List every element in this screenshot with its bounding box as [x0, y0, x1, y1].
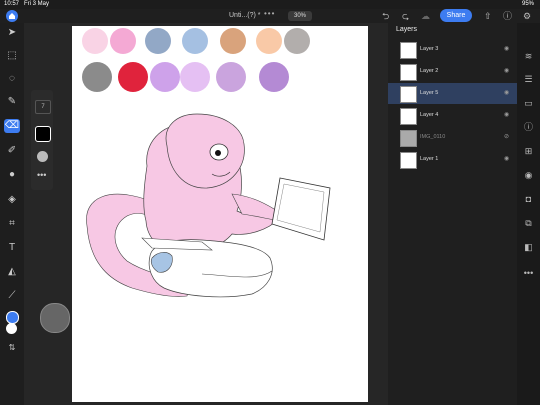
drawing-canvas[interactable]: [72, 26, 368, 402]
layer-thumbnail: [400, 108, 417, 125]
more-options-icon[interactable]: •••: [522, 267, 535, 280]
home-button[interactable]: [6, 10, 18, 22]
swap-colors-icon[interactable]: ⇅: [4, 341, 20, 355]
layer-name: Layer 5: [420, 90, 439, 96]
text-tool-icon[interactable]: T: [4, 241, 20, 255]
modifier-touch-button[interactable]: [40, 303, 70, 333]
help-icon[interactable]: ⓘ: [503, 11, 512, 21]
eyedropper-tool-icon[interactable]: ⟋: [4, 289, 20, 303]
shape-tool-icon[interactable]: ◭: [4, 265, 20, 279]
document-title[interactable]: Unti...(?) *: [229, 12, 261, 19]
layers-panel: Layers Layer 3 ◉ Layer 2 ◉ Layer 5 ◉ Layer 4 ◉ I…: [388, 23, 517, 405]
fill-layer-icon[interactable]: ◧: [522, 241, 535, 254]
left-toolbar: ➤ ⬚ ◌ ✎ ⌫ ✐ ● ◈ ⌗ T ◭ ⟋ ⇅: [0, 23, 24, 405]
right-toolbar: ≋ ☰ ▭ ⓘ ⊞ ◉ ◘ ⧉ ◧ •••: [517, 23, 540, 405]
redo-icon[interactable]: ⮎: [402, 11, 409, 21]
mask-icon[interactable]: ◘: [522, 193, 535, 206]
cloud-icon: ☁: [421, 11, 430, 21]
settings-gear-icon[interactable]: ⚙: [523, 11, 531, 21]
layer-thumbnail: [400, 152, 417, 169]
layer-visibility-eye-icon[interactable]: ◉: [504, 111, 509, 118]
clipping-icon[interactable]: ⧉: [522, 217, 535, 230]
layer-row[interactable]: Layer 4 ◉: [388, 105, 517, 126]
crop-tool-icon[interactable]: ⌗: [4, 217, 20, 231]
brush-more-icon[interactable]: •••: [37, 170, 46, 180]
transform-tool-icon[interactable]: ⬚: [4, 49, 20, 63]
home-icon: [9, 13, 15, 19]
info-icon[interactable]: ⓘ: [522, 121, 535, 134]
eraser-tool-icon[interactable]: ⌫: [4, 119, 20, 133]
status-date: Fri 3 May: [24, 1, 50, 7]
brush-color-swatch[interactable]: [35, 126, 51, 142]
move-tool-icon[interactable]: ➤: [4, 26, 20, 40]
layer-name: Layer 4: [420, 112, 439, 118]
layer-visibility-eye-icon[interactable]: ◉: [504, 155, 509, 162]
blur-tool-icon[interactable]: ●: [4, 168, 20, 182]
status-battery: 95%: [521, 1, 534, 7]
layer-row[interactable]: Layer 3 ◉: [388, 39, 517, 60]
secondary-color-swatch[interactable]: [6, 323, 17, 334]
status-time: 10:57: [4, 1, 20, 7]
lasso-tool-icon[interactable]: ◌: [4, 72, 20, 86]
layer-name: Layer 3: [420, 46, 439, 52]
adjustments-icon[interactable]: ☰: [522, 73, 535, 86]
layers-title: Layers: [396, 26, 418, 33]
layer-row[interactable]: Layer 2 ◉: [388, 61, 517, 82]
top-toolbar: ••• Unti...(?) * 30% ⮌ ⮎ ☁ Share ⇧ ⓘ ⚙: [0, 9, 540, 23]
layers-icon[interactable]: ≋: [522, 50, 535, 63]
layer-row[interactable]: Layer 1 ◉: [388, 149, 517, 170]
document-menu-dots[interactable]: •••: [264, 9, 275, 18]
brush-tool-icon[interactable]: ✎: [4, 95, 20, 109]
layer-visibility-eye-icon[interactable]: ◉: [504, 67, 509, 74]
share-button[interactable]: Share: [440, 9, 472, 22]
brush-size-value[interactable]: 7: [35, 100, 51, 114]
layer-thumbnail: [400, 42, 417, 59]
undo-icon[interactable]: ⮌: [382, 11, 389, 21]
export-icon[interactable]: ⇧: [484, 11, 492, 21]
layer-name: Layer 1: [420, 156, 439, 162]
layer-name: Layer 2: [420, 68, 439, 74]
brush-opacity-dot[interactable]: [37, 151, 48, 162]
layer-visibility-eye-icon[interactable]: ◉: [504, 89, 509, 96]
comments-icon[interactable]: ▭: [522, 97, 535, 110]
visibility-icon[interactable]: ◉: [522, 169, 535, 182]
character-illustration: [86, 113, 331, 298]
layer-thumbnail: [400, 64, 417, 81]
status-bar: 10:57 Fri 3 May 95%: [0, 0, 540, 9]
layer-name: IMG_0110: [420, 134, 446, 140]
layer-row[interactable]: IMG_0110 ⊘: [388, 127, 517, 148]
fill-tool-icon[interactable]: ◈: [4, 193, 20, 207]
add-layer-icon[interactable]: ⊞: [522, 145, 535, 158]
layer-row[interactable]: Layer 5 ◉: [388, 83, 517, 104]
layer-thumbnail: [400, 86, 417, 103]
zoom-level[interactable]: 30%: [288, 11, 312, 21]
layer-visibility-eye-icon[interactable]: ◉: [504, 45, 509, 52]
layer-visibility-eye-icon[interactable]: ⊘: [504, 133, 509, 140]
brush-settings-panel: 7 •••: [31, 90, 53, 190]
smudge-tool-icon[interactable]: ✐: [4, 144, 20, 158]
layer-thumbnail: [400, 130, 417, 147]
primary-color-swatch[interactable]: [6, 311, 19, 324]
